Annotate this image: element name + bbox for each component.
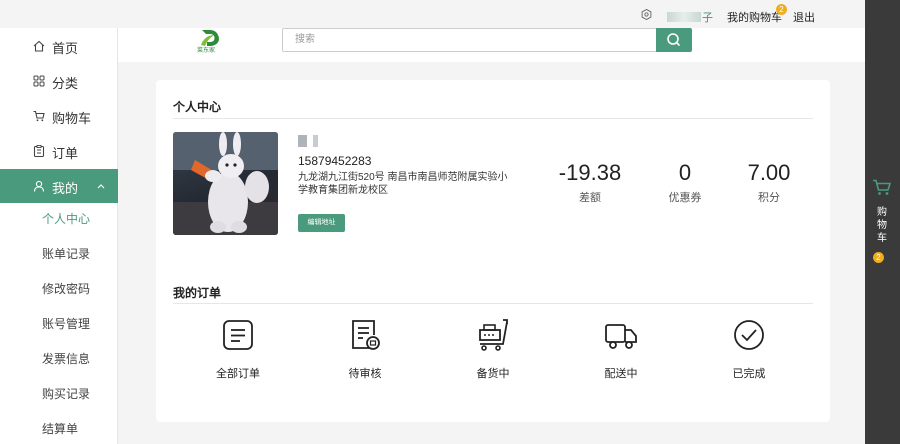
sub-item-profile[interactable]: 个人中心 [42,210,90,227]
avatar-image [173,132,278,235]
section-title-orders: 我的订单 [173,286,222,300]
sidebar-item-label: 购物车 [52,111,92,126]
order-all[interactable]: 全部订单 [198,318,278,381]
my-cart-link[interactable]: 我的购物车 [727,9,782,25]
delivery-truck-icon [605,324,637,349]
sidebar-item-orders[interactable]: 订单 [0,134,118,168]
sub-item-bills[interactable]: 账单记录 [42,245,90,262]
username-suffix: 子 [702,12,713,24]
stat-points[interactable]: 7.00 积分 [739,160,799,205]
sidebar-item-label: 订单 [52,146,79,161]
top-bar: 子 我的购物车 2 退出 [0,0,865,28]
left-sidebar: 首页 分类 购物车 订单 我的 个人中心 账单记录 修改密码 账号管理 发票信息… [0,28,118,444]
stat-label: 优惠券 [668,192,702,204]
stat-label: 积分 [758,192,780,204]
divider [173,303,813,304]
edit-address-button[interactable]: 编辑地址 [298,214,345,232]
rail-cart-label: 购物车 [877,207,887,244]
search-input[interactable]: 搜索 [282,28,658,52]
stocking-cart-icon [479,319,508,351]
home-icon [33,40,45,52]
stat-coupons[interactable]: 0 优惠券 [660,160,710,205]
profile-card: 个人中心 15879452283 九龙湖九江街520号 南昌市南昌师范附属实验小… [156,80,830,422]
order-delivering[interactable]: 配送中 [581,318,661,381]
user-address: 九龙湖九江街520号 南昌市南昌师范附属实验小学教育集团新龙校区 [298,172,508,196]
order-label: 配送中 [604,368,638,380]
logo-text: 菜东家 [197,48,216,54]
stat-value: -19.38 [558,160,622,185]
sidebar-item-cart[interactable]: 购物车 [0,99,118,133]
right-cart-rail[interactable]: 购物车 2 [865,0,900,444]
divider [173,118,813,119]
settings-icon[interactable] [641,9,652,20]
order-pending[interactable]: 待审核 [325,318,405,381]
sub-item-purchases[interactable]: 购买记录 [42,385,90,402]
sidebar-item-label: 我的 [52,181,79,196]
pending-review-icon [352,320,380,350]
order-label: 已完成 [732,368,766,380]
sub-item-invoice[interactable]: 发票信息 [42,350,90,367]
stat-balance[interactable]: -19.38 差额 [554,160,626,205]
stat-label: 差额 [579,192,601,204]
order-label: 待审核 [348,368,382,380]
grid-icon [33,75,45,87]
logout-link[interactable]: 退出 [793,9,815,25]
search-button[interactable] [656,28,692,52]
section-title-profile: 个人中心 [173,100,222,114]
avatar[interactable] [173,132,278,235]
sub-item-change-password[interactable]: 修改密码 [42,280,90,297]
sidebar-item-mine[interactable]: 我的 [0,169,118,203]
order-label: 备货中 [476,368,510,380]
cart-icon [873,179,892,195]
clipboard-icon [33,145,45,157]
cart-icon [33,110,45,122]
order-list-icon [223,320,253,350]
user-name-blurred [298,134,328,147]
sub-item-account[interactable]: 账号管理 [42,315,90,332]
order-label: 全部订单 [216,368,260,380]
user-phone: 15879452283 [298,154,372,168]
stat-value: 7.00 [747,160,791,185]
stat-value: 0 [678,160,692,185]
sidebar-item-label: 分类 [52,76,79,91]
username-blurred [667,12,701,22]
search-icon [667,33,680,46]
user-icon [33,180,45,192]
sidebar-item-home[interactable]: 首页 [0,29,118,63]
chevron-up-icon [97,184,105,189]
order-stocking[interactable]: 备货中 [453,318,533,381]
check-circle-icon [734,320,764,350]
username-link[interactable]: 子 [667,9,713,25]
sidebar-item-category[interactable]: 分类 [0,64,118,98]
order-completed[interactable]: 已完成 [709,318,789,381]
sidebar-item-label: 首页 [52,41,79,56]
rail-cart-badge: 2 [873,252,884,263]
sub-item-statement[interactable]: 结算单 [42,420,78,437]
cart-count-badge: 2 [776,4,787,15]
